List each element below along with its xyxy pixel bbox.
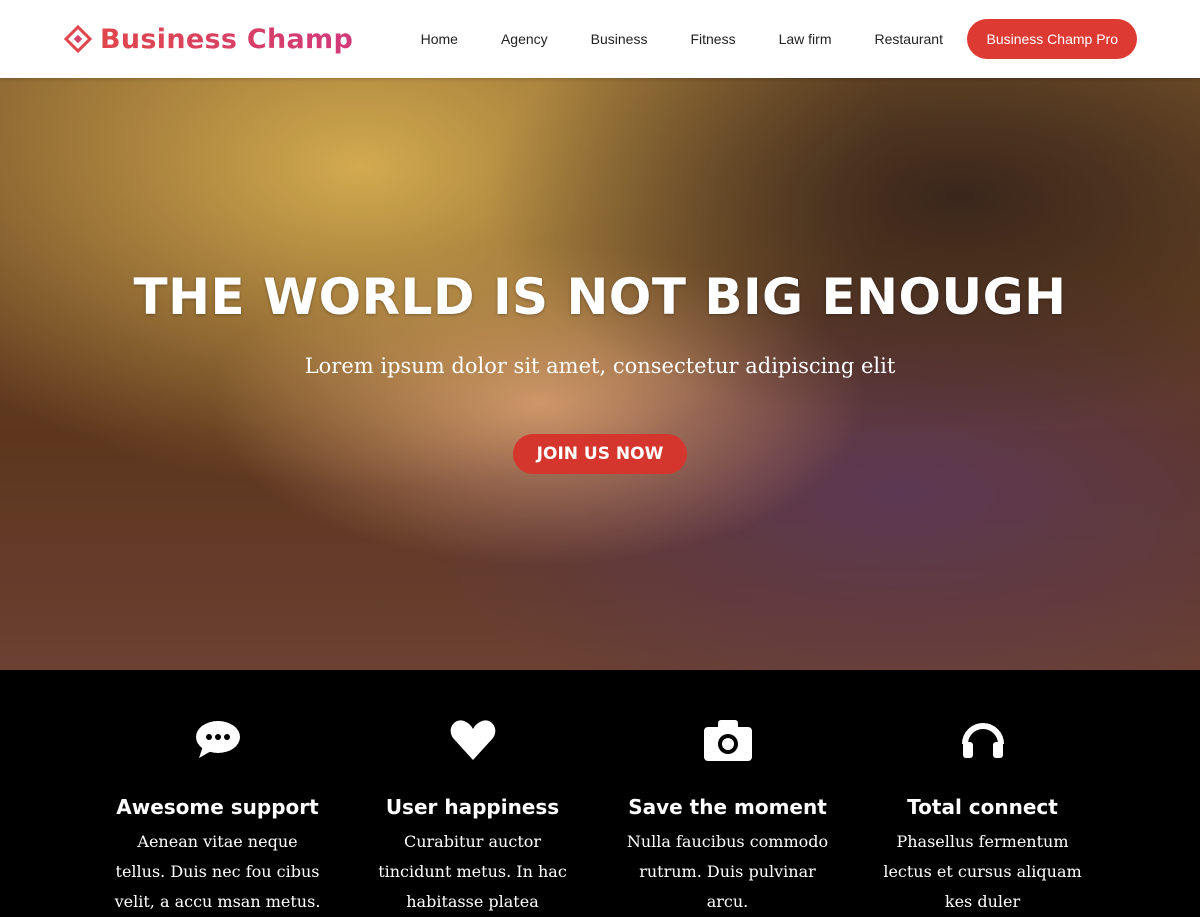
comment-icon [90,718,345,762]
feature-title: User happiness [385,795,560,819]
feature-title: Save the moment [628,795,827,819]
nav-law-firm[interactable]: Law firm [779,31,832,47]
features-section: Awesome support Aenean vitae neque tellu… [0,670,1200,917]
feature-text: Curabitur auctor tincidunt metus. In hac… [378,832,567,911]
join-us-button[interactable]: JOIN US NOW [512,434,688,474]
logo[interactable]: Business Champ [63,23,354,55]
hero-banner: THE WORLD IS NOT BIG ENOUGH Lorem ipsum … [0,78,1200,670]
heart-icon [345,718,600,762]
camera-icon [600,718,855,762]
headphones-icon [855,718,1110,762]
nav-agency[interactable]: Agency [501,31,548,47]
main-nav: Home Agency Business Fitness Law firm Re… [399,19,1137,59]
feature-item: Total connect Phasellus fermentum lectus… [855,718,1110,917]
hero-subtitle: Lorem ipsum dolor sit amet, consectetur … [304,354,896,378]
feature-text: Phasellus fermentum lectus et cursus ali… [883,832,1082,911]
feature-item: Awesome support Aenean vitae neque tellu… [90,718,345,917]
diamond-logo-icon [63,24,93,54]
feature-item: User happiness Curabitur auctor tincidun… [345,718,600,917]
feature-text: Aenean vitae neque tellus. Duis nec fou … [114,832,321,911]
nav-fitness[interactable]: Fitness [690,31,735,47]
feature-title: Awesome support [116,795,319,819]
nav-business[interactable]: Business [591,31,648,47]
feature-text: Nulla faucibus commodo rutrum. Duis pulv… [626,832,829,911]
feature-title: Total connect [907,795,1058,819]
business-champ-pro-button[interactable]: Business Champ Pro [967,19,1137,59]
hero-title: THE WORLD IS NOT BIG ENOUGH [133,268,1067,326]
site-header: Business Champ Home Agency Business Fitn… [0,0,1200,78]
logo-text: Business Champ [100,23,354,55]
feature-item: Save the moment Nulla faucibus commodo r… [600,718,855,917]
nav-home[interactable]: Home [421,31,458,47]
nav-restaurant[interactable]: Restaurant [875,31,943,47]
